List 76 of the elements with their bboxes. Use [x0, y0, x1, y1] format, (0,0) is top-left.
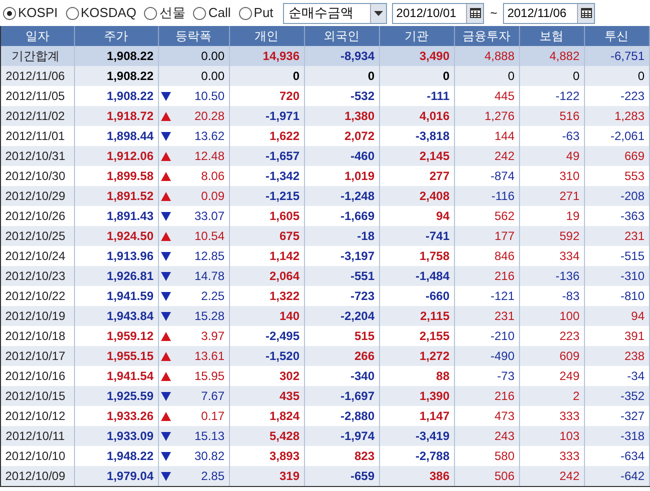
change-value: 20.28: [194, 108, 224, 125]
column-header[interactable]: 보험: [519, 26, 584, 46]
measure-dropdown[interactable]: 순매수금액: [283, 2, 388, 24]
column-header[interactable]: 금융투자: [454, 26, 519, 46]
up-triangle-icon: [160, 352, 170, 360]
up-triangle-icon: [160, 412, 170, 420]
change-value: 2.85: [201, 468, 224, 485]
change-value: 0.00: [201, 68, 224, 85]
end-date-field[interactable]: 2012/11/06: [503, 2, 596, 24]
dropdown-caret-icon: [374, 10, 384, 16]
radio-option[interactable]: Put: [238, 3, 276, 23]
column-header[interactable]: 투신: [584, 26, 649, 46]
calendar-icon[interactable]: [580, 8, 592, 18]
down-triangle-icon: [160, 432, 170, 440]
change-value: 15.95: [194, 368, 224, 385]
price-cell: 1,979.04: [74, 466, 158, 486]
column-header[interactable]: 주가: [74, 26, 158, 46]
up-triangle-icon: [160, 192, 170, 200]
up-triangle-icon: [160, 152, 170, 160]
calendar-icon[interactable]: [470, 8, 481, 18]
change-value: 15.28: [194, 308, 224, 325]
change-value: 7.67: [201, 388, 224, 405]
up-triangle-icon: [160, 332, 170, 340]
change-value: 12.85: [194, 248, 224, 265]
radio-option[interactable]: KOSDAQ: [66, 3, 140, 23]
radio-option[interactable]: 선물: [144, 3, 188, 23]
change-value: 10.50: [194, 88, 224, 105]
down-triangle-icon: [160, 472, 170, 480]
start-date-field[interactable]: 2012/10/01: [392, 2, 484, 24]
change-value: 30.82: [194, 448, 224, 465]
change-value: 2.25: [201, 288, 224, 305]
down-triangle-icon: [160, 292, 170, 300]
radio-button[interactable]: [66, 6, 79, 20]
radio-button[interactable]: [144, 6, 158, 20]
flow-cell: -642: [584, 466, 649, 486]
radio-button[interactable]: [3, 6, 16, 20]
down-triangle-icon: [160, 92, 170, 100]
column-header[interactable]: 일자: [1, 26, 74, 46]
range-separator: ~: [489, 5, 498, 22]
column-header[interactable]: 기관: [379, 26, 454, 46]
change-value: 0.17: [201, 408, 224, 425]
change-value: 14.78: [194, 268, 224, 285]
column-header[interactable]: 외국인: [304, 26, 379, 46]
radio-button[interactable]: [193, 6, 206, 20]
flow-cell: -659: [304, 466, 379, 486]
flow-cell: 319: [229, 466, 304, 486]
change-value: 8.06: [201, 168, 224, 185]
down-triangle-icon: [160, 272, 170, 280]
down-triangle-icon: [160, 392, 170, 400]
change-value: 10.54: [194, 228, 224, 245]
up-triangle-icon: [160, 112, 170, 120]
change-value: 3.97: [201, 328, 224, 345]
change-value: 15.13: [194, 428, 224, 445]
change-value: 0.09: [201, 188, 224, 205]
radio-option[interactable]: KOSPI: [3, 3, 61, 23]
down-triangle-icon: [160, 132, 170, 140]
down-triangle-icon: [160, 312, 170, 320]
radio-button[interactable]: [238, 6, 252, 20]
flow-cell: 242: [519, 466, 584, 486]
change-value: 13.61: [194, 348, 224, 365]
down-triangle-icon: [160, 212, 170, 220]
change-value: 0.00: [201, 48, 224, 65]
flow-cell: 386: [379, 466, 454, 486]
up-triangle-icon: [160, 172, 170, 180]
change-value: 33.07: [194, 208, 224, 225]
radio-option[interactable]: Call: [193, 3, 234, 23]
column-header[interactable]: 등락폭: [158, 26, 229, 46]
down-triangle-icon: [160, 452, 170, 460]
date-cell: 2012/10/09: [1, 466, 74, 486]
down-triangle-icon: [160, 252, 170, 260]
column-header[interactable]: 개인: [229, 26, 304, 46]
up-triangle-icon: [160, 372, 170, 380]
up-triangle-icon: [160, 232, 170, 240]
change-value: 12.48: [194, 148, 224, 165]
change-value: 13.62: [194, 128, 224, 145]
flow-cell: 506: [454, 466, 519, 486]
